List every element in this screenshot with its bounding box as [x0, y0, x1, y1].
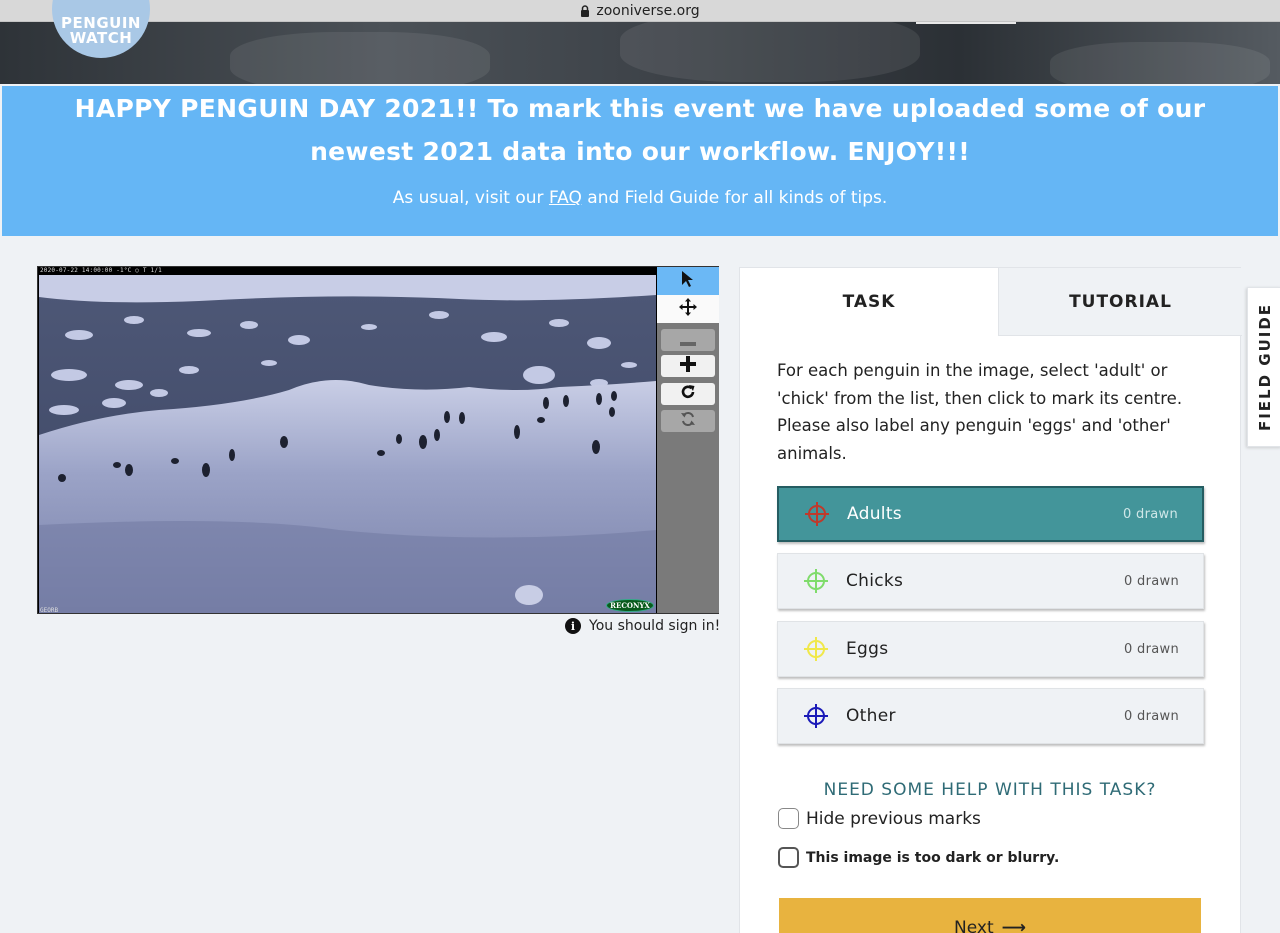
header-nav-underline	[916, 22, 1016, 24]
lock-icon	[580, 5, 590, 17]
field-guide-label: FIELD GUIDE	[1256, 302, 1275, 432]
choice-count: 0 drawn	[1124, 573, 1179, 589]
move-tool-button[interactable]	[657, 295, 719, 323]
choice-count: 0 drawn	[1124, 708, 1179, 724]
choice-chicks[interactable]: Chicks 0 drawn	[777, 553, 1204, 609]
zoom-in-icon	[680, 356, 696, 376]
tab-task[interactable]: TASK	[740, 268, 998, 336]
viewer-toolbar	[657, 267, 719, 613]
choice-label: Chicks	[846, 571, 904, 591]
zoom-in-button[interactable]	[661, 355, 715, 377]
arrow-right-icon: ⟶	[1001, 918, 1026, 933]
reset-icon	[680, 411, 696, 431]
pointer-icon	[681, 270, 695, 292]
banner-subtext: As usual, visit our FAQ and Field Guide …	[2, 188, 1278, 208]
choice-count: 0 drawn	[1124, 641, 1179, 657]
zoom-out-button[interactable]	[661, 329, 715, 351]
choice-label: Adults	[847, 504, 902, 524]
too-dark-option[interactable]: This image is too dark or blurry.	[778, 847, 1059, 868]
hide-marks-option[interactable]: Hide previous marks	[778, 808, 981, 829]
project-header	[0, 22, 1280, 84]
next-label: Next	[954, 918, 994, 933]
banner-headline: HAPPY PENGUIN DAY 2021!! To mark this ev…	[74, 94, 1206, 166]
too-dark-label: This image is too dark or blurry.	[806, 849, 1060, 866]
url-text: zooniverse.org	[596, 2, 700, 19]
rotate-button[interactable]	[661, 383, 715, 405]
camera-info-top: 2020-07-22 14:00:00 -1°C ○ T 1/1	[40, 267, 162, 274]
subject-viewer[interactable]: 2020-07-22 14:00:00 -1°C ○ T 1/1 GEORB R…	[37, 266, 719, 614]
crosshair-icon	[803, 500, 831, 528]
task-help-link[interactable]: NEED SOME HELP WITH THIS TASK?	[740, 780, 1240, 800]
task-panel: TASK TUTORIAL For each penguin in the im…	[739, 267, 1242, 933]
hide-marks-label: Hide previous marks	[806, 808, 981, 829]
choice-label: Eggs	[846, 639, 889, 659]
choice-eggs[interactable]: Eggs 0 drawn	[777, 621, 1204, 677]
crosshair-icon	[802, 635, 830, 663]
zoom-out-icon	[680, 331, 696, 350]
banner-sub-before: As usual, visit our	[392, 188, 549, 208]
logo-line2: WATCH	[69, 29, 133, 47]
info-icon: i	[565, 618, 581, 634]
banner-sub-after: and Field Guide for all kinds of tips.	[581, 188, 888, 208]
task-instructions: For each penguin in the image, select 'a…	[777, 361, 1183, 463]
too-dark-checkbox[interactable]	[778, 847, 799, 868]
camera-info-bottom: GEORB	[40, 607, 59, 614]
crosshair-icon	[802, 567, 830, 595]
signin-notice: i You should sign in!	[565, 618, 720, 634]
rotate-icon	[680, 384, 696, 404]
tab-tutorial[interactable]: TUTORIAL	[998, 268, 1242, 336]
move-icon	[678, 297, 698, 321]
pointer-tool-button[interactable]	[657, 267, 719, 295]
task-tabs: TASK TUTORIAL	[740, 268, 1242, 336]
subject-image[interactable]	[39, 275, 656, 613]
announcement-banner: HAPPY PENGUIN DAY 2021!! To mark this ev…	[2, 86, 1278, 236]
faq-link[interactable]: FAQ	[549, 188, 582, 208]
choice-adults[interactable]: Adults 0 drawn	[777, 486, 1204, 542]
signin-text: You should sign in!	[589, 618, 721, 634]
hide-marks-checkbox[interactable]	[778, 808, 799, 829]
next-button[interactable]: Next ⟶	[779, 898, 1201, 933]
field-guide-tab[interactable]: FIELD GUIDE	[1247, 287, 1280, 447]
browser-url-bar[interactable]: zooniverse.org	[0, 0, 1280, 22]
camera-brand-logo: RECONYX	[606, 599, 654, 612]
choice-other[interactable]: Other 0 drawn	[777, 688, 1204, 744]
choice-label: Other	[846, 706, 896, 726]
reset-button[interactable]	[661, 410, 715, 432]
crosshair-icon	[802, 702, 830, 730]
choice-count: 0 drawn	[1123, 506, 1178, 522]
